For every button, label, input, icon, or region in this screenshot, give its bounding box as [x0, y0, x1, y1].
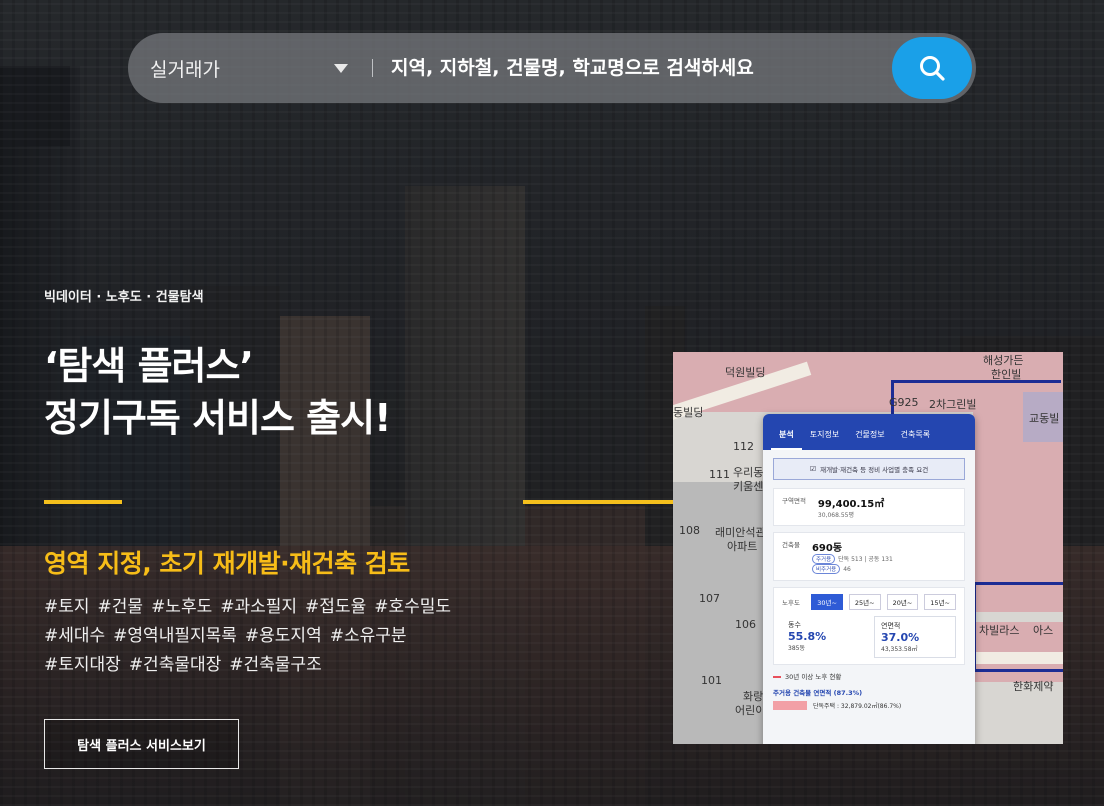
accent-divider-left [44, 500, 122, 504]
map-label: 한인빌 [991, 368, 1022, 381]
check-icon: ☑ [809, 465, 817, 473]
headline-line-2: 정기구독 서비스 출시! [44, 396, 391, 440]
age-option-15[interactable]: 15년~ [924, 594, 956, 610]
area-card: 구역면적 99,400.15㎡ 30,068.55평 [773, 488, 965, 526]
map-label: 덕원빌딩 [725, 366, 766, 379]
buildings-value: 690동 [811, 543, 843, 554]
hashtag-list: #토지 #건물 #노후도 #과소필지 #접도율 #호수밀도 #세대수 #영역내필지목록 #용도… [44, 593, 459, 680]
hero-eyebrow: 빅데이터 · 노후도 · 건물탐색 [44, 290, 204, 305]
hashtag-row-3: #토지대장 #건축물대장 #건축물구조 [44, 651, 459, 680]
map-label: 108 [679, 524, 700, 537]
map-label: 한화제약 [1013, 680, 1054, 693]
section-title: 주거용 건축물 연면적 (87.3%) [773, 689, 863, 697]
map-label: 2차그린빌 [929, 398, 977, 411]
hashtag: #접도율 [305, 597, 367, 617]
age-option-25[interactable]: 25년~ [848, 594, 881, 610]
hashtag-row-2: #세대수 #영역내필지목록 #용도지역 #소유구분 [44, 622, 459, 651]
buildings-card: 건축물 690동 주거용 단독 513 | 공동 131 비주거용 46 [773, 532, 965, 581]
map-preview: 덕원빌딩 해성가든 한인빌 G925 2차그린빌 112 111 우리동 키움센… [673, 352, 1063, 744]
map-label: 107 [699, 592, 720, 605]
nonresidential-detail: 46 [843, 566, 851, 573]
panel-tabs: 분석 토지정보 건물정보 건축목록 [763, 414, 975, 450]
hashtag-row-1: #토지 #건물 #노후도 #과소필지 #접도율 #호수밀도 [44, 593, 459, 622]
legend: 30년 이상 노후 현황 [773, 671, 965, 681]
hashtag: #토지 [44, 597, 90, 617]
stat-building-count: 동수 55.8% 385동 [782, 616, 862, 656]
search-icon [920, 56, 945, 81]
age-option-30[interactable]: 30년~ [811, 594, 843, 610]
hashtag: #건축물구조 [229, 655, 322, 675]
legend-swatch [773, 676, 781, 678]
stat-title: 동수 [788, 621, 801, 629]
category-select-value: 실거래가 [150, 58, 220, 81]
area-sub: 30,068.55평 [817, 512, 854, 519]
map-label: 101 [701, 674, 722, 687]
hashtag: #건물 [97, 597, 144, 617]
analysis-panel: 분석 토지정보 건물정보 건축목록 ☑ 재개발·재건축 등 정비 사업별 충족 … [763, 414, 975, 744]
caret-down-icon [334, 63, 348, 73]
legend-label: 30년 이상 노후 현황 [785, 673, 842, 681]
search-divider [372, 59, 373, 77]
stat-percent: 37.0% [881, 631, 920, 644]
progress-label: 단독주택 : 32,879.02㎡(86.7%) [813, 703, 902, 710]
hashtag: #용도지역 [244, 626, 322, 646]
map-label: 106 [735, 618, 756, 631]
tab-analysis[interactable]: 분석 [771, 429, 802, 450]
hashtag: #호수밀도 [374, 597, 452, 617]
search-input[interactable] [391, 48, 892, 88]
buildings-label: 건축물 [782, 541, 800, 549]
stat-count: 43,353.58㎡ [881, 646, 918, 653]
tab-building-list[interactable]: 건축목록 [893, 429, 938, 450]
hashtag: #소유구분 [329, 626, 407, 646]
hashtag: #영역내필지목록 [113, 626, 237, 646]
map-label: 111 [709, 468, 730, 481]
map-label: 차빌라스 [979, 624, 1020, 637]
age-card: 노후도 30년~ 25년~ 20년~ 15년~ 동수 55.8% 385동 연면… [773, 587, 965, 665]
category-select[interactable]: 실거래가 [128, 55, 348, 82]
area-value: 99,400.15㎡ [817, 499, 885, 510]
tab-land-info[interactable]: 토지정보 [802, 429, 847, 450]
map-label: 교동빌 [1029, 412, 1060, 425]
map-label: 동빌딩 [673, 406, 704, 419]
residential-detail: 단독 513 | 공동 131 [838, 556, 893, 563]
age-label: 노후도 [782, 599, 800, 607]
stat-floor-area: 연면적 37.0% 43,353.58㎡ [874, 616, 956, 658]
hashtag: #건축물대장 [128, 655, 222, 675]
requirements-button[interactable]: ☑ 재개발·재건축 등 정비 사업별 충족 요건 [773, 458, 965, 480]
stat-count: 385동 [788, 645, 805, 652]
service-view-button[interactable]: 탐색 플러스 서비스보기 [44, 719, 239, 769]
hashtag: #토지대장 [44, 655, 121, 675]
nonresidential-chip: 비주거용 [811, 564, 841, 574]
residential-chip: 주거용 [811, 554, 836, 564]
area-label: 구역면적 [782, 497, 806, 505]
map-label: 어린이 [735, 704, 766, 717]
requirements-label: 재개발·재건축 등 정비 사업별 충족 요건 [820, 466, 929, 474]
hero-headline: ‘탐색 플러스’ 정기구독 서비스 출시! [44, 340, 391, 444]
map-label: 아파트 [727, 540, 758, 553]
map-label: 키움센 [733, 480, 764, 493]
tab-building-info[interactable]: 건물정보 [847, 429, 892, 450]
age-option-20[interactable]: 20년~ [886, 594, 919, 610]
search-button[interactable] [892, 37, 972, 99]
map-label: 112 [733, 440, 754, 453]
stat-percent: 55.8% [788, 630, 827, 643]
hero-subhead: 영역 지정, 초기 재개발·재건축 검토 [44, 549, 410, 578]
headline-line-1: ‘탐색 플러스’ [44, 344, 254, 388]
map-label: G925 [889, 396, 919, 409]
hashtag: #노후도 [151, 597, 213, 617]
search-bar: 실거래가 [128, 33, 976, 103]
map-label: 아스 [1033, 624, 1054, 637]
hashtag: #세대수 [44, 626, 106, 646]
progress-row: 단독주택 : 32,879.02㎡(86.7%) [773, 701, 965, 710]
hashtag: #과소필지 [220, 597, 298, 617]
progress-bar [773, 701, 807, 710]
stat-title: 연면적 [881, 622, 901, 630]
